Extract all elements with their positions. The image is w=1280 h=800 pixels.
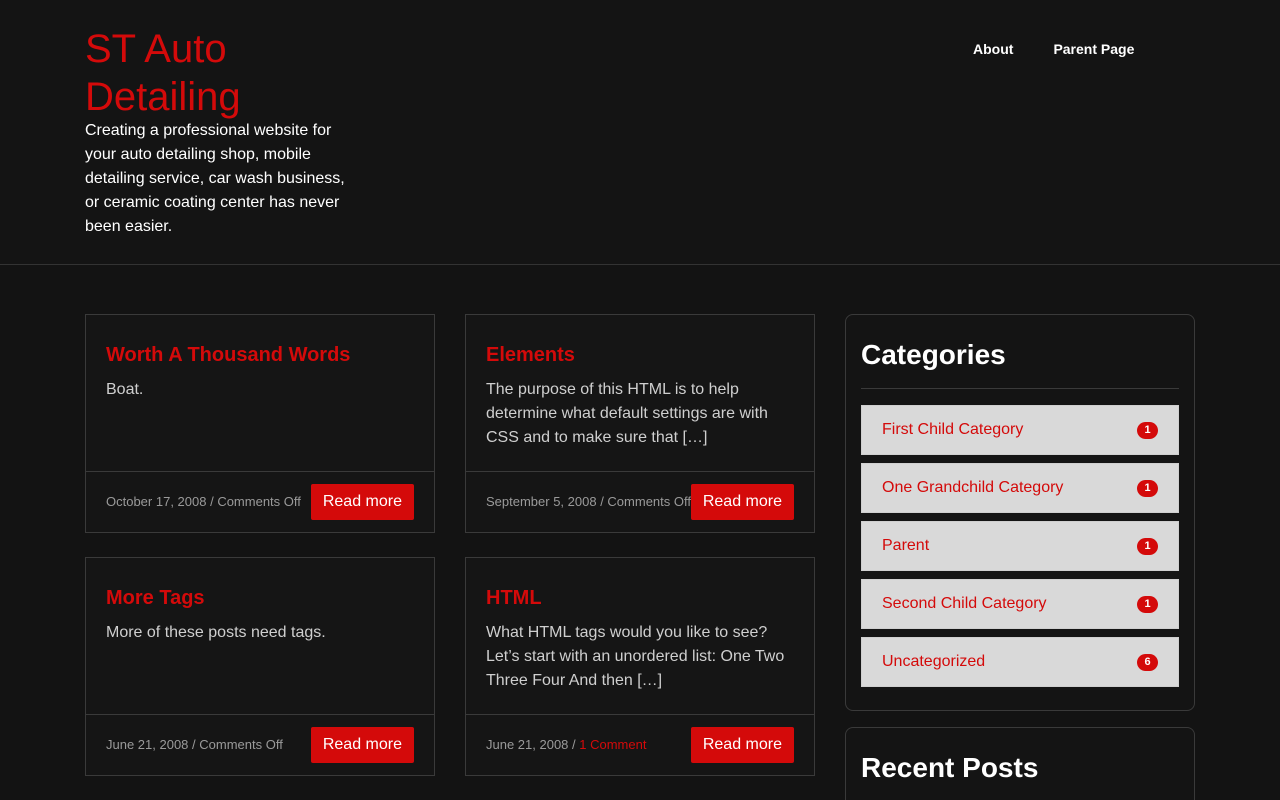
- categories-widget: Categories First Child Category 1 One Gr…: [845, 314, 1195, 711]
- site-title[interactable]: ST Auto Detailing: [85, 25, 345, 121]
- post-footer: September 5, 2008 / Comments Off Read mo…: [466, 471, 814, 533]
- meta-separator: /: [568, 737, 580, 752]
- read-more-button[interactable]: Read more: [310, 484, 414, 520]
- category-count-badge: 1: [1137, 596, 1158, 613]
- post-footer: October 17, 2008 / Comments Off Read mor…: [86, 471, 434, 533]
- post-card: Elements The purpose of this HTML is to …: [465, 314, 815, 533]
- site-header: ST Auto Detailing Creating a professiona…: [0, 0, 1280, 265]
- post-card: More Tags More of these posts need tags.…: [85, 557, 435, 776]
- category-label[interactable]: One Grandchild Category: [882, 479, 1063, 497]
- category-label[interactable]: First Child Category: [882, 421, 1023, 439]
- category-item[interactable]: Parent 1: [861, 521, 1179, 571]
- category-item[interactable]: First Child Category 1: [861, 405, 1179, 455]
- category-count-badge: 1: [1137, 480, 1158, 497]
- main-nav: About Parent Page: [973, 40, 1134, 58]
- post-title[interactable]: HTML: [486, 586, 542, 610]
- category-count-badge: 6: [1137, 654, 1158, 671]
- site-tagline: Creating a professional website for your…: [85, 122, 345, 235]
- category-item[interactable]: One Grandchild Category 1: [861, 463, 1179, 513]
- post-card: Worth A Thousand Words Boat. October 17,…: [85, 314, 435, 533]
- post-date: September 5, 2008: [486, 494, 597, 509]
- post-comments: Comments Off: [199, 737, 283, 752]
- read-more-button[interactable]: Read more: [690, 727, 794, 763]
- post-excerpt: Boat.: [106, 381, 144, 398]
- read-more-button[interactable]: Read more: [310, 727, 414, 763]
- post-meta: June 21, 2008 / 1 Comment: [486, 737, 646, 753]
- category-count-badge: 1: [1137, 538, 1158, 555]
- category-label[interactable]: Uncategorized: [882, 653, 985, 671]
- post-excerpt: The purpose of this HTML is to help dete…: [486, 381, 768, 446]
- post-excerpt: More of these posts need tags.: [106, 624, 326, 641]
- post-comments: Comments Off: [217, 494, 301, 509]
- category-label[interactable]: Second Child Category: [882, 595, 1047, 613]
- categories-title: Categories: [861, 339, 1006, 370]
- meta-separator: /: [188, 737, 200, 752]
- post-comments-link[interactable]: 1 Comment: [579, 737, 646, 752]
- post-title[interactable]: Elements: [486, 343, 575, 367]
- recent-posts-widget: Recent Posts: [845, 727, 1195, 800]
- post-excerpt: What HTML tags would you like to see? Le…: [486, 624, 785, 689]
- category-item[interactable]: Uncategorized 6: [861, 637, 1179, 687]
- post-footer: June 21, 2008 / 1 Comment Read more: [466, 714, 814, 776]
- category-label[interactable]: Parent: [882, 537, 929, 555]
- meta-separator: /: [596, 494, 608, 509]
- recent-posts-title: Recent Posts: [861, 752, 1039, 783]
- post-comments: Comments Off: [607, 494, 691, 509]
- post-meta: October 17, 2008 / Comments Off: [106, 494, 301, 510]
- post-meta: September 5, 2008 / Comments Off: [486, 494, 691, 510]
- category-item[interactable]: Second Child Category 1: [861, 579, 1179, 629]
- post-date: June 21, 2008: [106, 737, 189, 752]
- post-meta: June 21, 2008 / Comments Off: [106, 737, 283, 753]
- nav-item-about[interactable]: About: [973, 40, 1013, 58]
- meta-separator: /: [206, 494, 218, 509]
- post-date: October 17, 2008: [106, 494, 207, 509]
- read-more-button[interactable]: Read more: [690, 484, 794, 520]
- nav-item-parent-page[interactable]: Parent Page: [1053, 40, 1134, 58]
- category-count-badge: 1: [1137, 422, 1158, 439]
- post-card: HTML What HTML tags would you like to se…: [465, 557, 815, 776]
- post-title[interactable]: Worth A Thousand Words: [106, 343, 350, 367]
- widget-divider: [861, 388, 1179, 389]
- post-footer: June 21, 2008 / Comments Off Read more: [86, 714, 434, 776]
- post-title[interactable]: More Tags: [106, 586, 205, 610]
- post-date: June 21, 2008: [486, 737, 569, 752]
